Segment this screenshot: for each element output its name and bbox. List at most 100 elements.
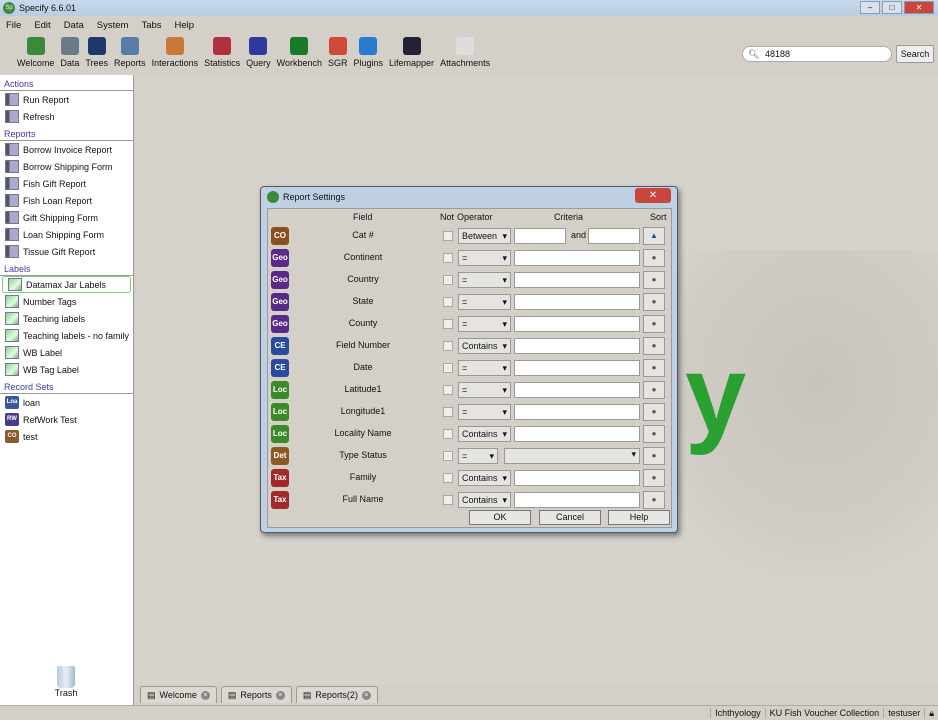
search-input[interactable]: 🔍︎ 48188 <box>742 46 892 62</box>
sort-button[interactable]: ● <box>643 359 665 377</box>
not-checkbox[interactable] <box>443 385 453 395</box>
operator-select[interactable]: = <box>458 404 511 420</box>
operator-select[interactable]: = <box>458 250 511 266</box>
operator-select[interactable]: = <box>458 316 511 332</box>
sidebar-item[interactable]: Datamax Jar Labels <box>2 276 131 293</box>
not-checkbox[interactable] <box>443 363 453 373</box>
toolbar-reports-button[interactable]: Reports <box>111 35 149 73</box>
criteria-input[interactable] <box>514 382 640 398</box>
criteria-from-input[interactable] <box>514 228 566 244</box>
menu-tabs[interactable]: Tabs <box>141 20 161 31</box>
record-set-item[interactable]: CO test <box>0 428 133 445</box>
sidebar-item[interactable]: Teaching labels <box>0 310 133 327</box>
toolbar-sgr-button[interactable]: SGR <box>325 35 351 73</box>
operator-select[interactable]: Contains <box>458 338 511 354</box>
operator-select[interactable]: = <box>458 360 511 376</box>
criteria-input[interactable] <box>514 338 640 354</box>
operator-select[interactable]: = <box>458 382 511 398</box>
tab-reports[interactable]: ▤ Reports × <box>220 686 292 703</box>
tab-close-icon[interactable]: × <box>275 690 285 700</box>
record-set-item[interactable]: Loa loan <box>0 394 133 411</box>
help-button[interactable]: Help <box>608 510 670 525</box>
sidebar-item[interactable]: Teaching labels - no family <box>0 327 133 344</box>
toolbar-trees-button[interactable]: Trees <box>82 35 111 73</box>
sidebar-item[interactable]: WB Label <box>0 344 133 361</box>
toolbar-lifemapper-button[interactable]: Lifemapper <box>386 35 437 73</box>
tab-reports2[interactable]: ▤ Reports(2) × <box>295 686 378 703</box>
operator-select[interactable]: Contains <box>458 470 511 486</box>
toolbar-interactions-button[interactable]: Interactions <box>149 35 202 73</box>
operator-select[interactable]: Contains <box>458 492 511 508</box>
toolbar-statistics-button[interactable]: Statistics <box>201 35 243 73</box>
sort-button[interactable]: ● <box>643 447 665 465</box>
not-checkbox[interactable] <box>443 275 453 285</box>
criteria-input[interactable] <box>514 426 640 442</box>
menu-data[interactable]: Data <box>64 20 84 31</box>
sidebar-item[interactable]: Gift Shipping Form <box>0 209 133 226</box>
menu-system[interactable]: System <box>97 20 129 31</box>
menu-help[interactable]: Help <box>175 20 195 31</box>
sidebar-item[interactable]: Fish Loan Report <box>0 192 133 209</box>
maximize-button[interactable]: □ <box>882 1 902 14</box>
operator-select[interactable]: = <box>458 272 511 288</box>
sidebar-item[interactable]: Borrow Shipping Form <box>0 158 133 175</box>
toolbar-attachments-button[interactable]: Attachments <box>437 35 493 73</box>
dialog-close-button[interactable]: ✕ <box>635 188 671 203</box>
criteria-select[interactable]: ▾ <box>504 448 640 464</box>
sort-button[interactable]: ● <box>643 425 665 443</box>
sort-button[interactable]: ● <box>643 271 665 289</box>
not-checkbox[interactable] <box>443 231 453 241</box>
tab-close-icon[interactable]: × <box>361 690 371 700</box>
criteria-input[interactable] <box>514 272 640 288</box>
sidebar-item[interactable]: Fish Gift Report <box>0 175 133 192</box>
close-button[interactable]: ✕ <box>904 1 934 14</box>
toolbar-welcome-button[interactable]: Welcome <box>14 35 57 73</box>
not-checkbox[interactable] <box>443 253 453 263</box>
criteria-input[interactable] <box>514 316 640 332</box>
sort-button[interactable]: ● <box>643 293 665 311</box>
not-checkbox[interactable] <box>443 407 453 417</box>
ok-button[interactable]: OK <box>469 510 531 525</box>
not-checkbox[interactable] <box>443 451 453 461</box>
menu-file[interactable]: File <box>6 20 21 31</box>
operator-select[interactable]: Between <box>458 228 511 244</box>
not-checkbox[interactable] <box>443 495 453 505</box>
sidebar-item[interactable]: Refresh <box>0 108 133 125</box>
criteria-input[interactable] <box>514 404 640 420</box>
criteria-input[interactable] <box>514 294 640 310</box>
sidebar-item[interactable]: WB Tag Label <box>0 361 133 378</box>
trash[interactable]: Trash <box>48 666 84 698</box>
record-set-item[interactable]: RW RefWork Test <box>0 411 133 428</box>
operator-select[interactable]: Contains <box>458 426 511 442</box>
toolbar-workbench-button[interactable]: Workbench <box>274 35 325 73</box>
sort-button[interactable]: ● <box>643 403 665 421</box>
not-checkbox[interactable] <box>443 297 453 307</box>
not-checkbox[interactable] <box>443 319 453 329</box>
sidebar-item[interactable]: Loan Shipping Form <box>0 226 133 243</box>
minimize-button[interactable]: – <box>860 1 880 14</box>
sort-button[interactable]: ● <box>643 469 665 487</box>
sort-button[interactable]: ● <box>643 491 665 509</box>
sort-button[interactable]: ● <box>643 315 665 333</box>
not-checkbox[interactable] <box>443 473 453 483</box>
tab-close-icon[interactable]: × <box>200 690 210 700</box>
toolbar-data-button[interactable]: Data <box>57 35 82 73</box>
criteria-input[interactable] <box>514 492 640 508</box>
operator-select[interactable]: = <box>458 294 511 310</box>
sort-button[interactable]: ● <box>643 337 665 355</box>
not-checkbox[interactable] <box>443 429 453 439</box>
menu-edit[interactable]: Edit <box>34 20 50 31</box>
not-checkbox[interactable] <box>443 341 453 351</box>
criteria-input[interactable] <box>514 250 640 266</box>
sort-button[interactable]: ● <box>643 249 665 267</box>
tab-welcome[interactable]: ▤ Welcome × <box>140 686 217 703</box>
sidebar-item[interactable]: Borrow Invoice Report <box>0 141 133 158</box>
search-button[interactable]: Search <box>896 45 934 63</box>
criteria-input[interactable] <box>514 470 640 486</box>
toolbar-query-button[interactable]: Query <box>243 35 274 73</box>
sort-button[interactable]: ● <box>643 381 665 399</box>
toolbar-plugins-button[interactable]: Plugins <box>351 35 387 73</box>
operator-select[interactable]: = <box>458 448 498 464</box>
criteria-input[interactable] <box>514 360 640 376</box>
sort-button[interactable]: ▲ <box>643 227 665 245</box>
